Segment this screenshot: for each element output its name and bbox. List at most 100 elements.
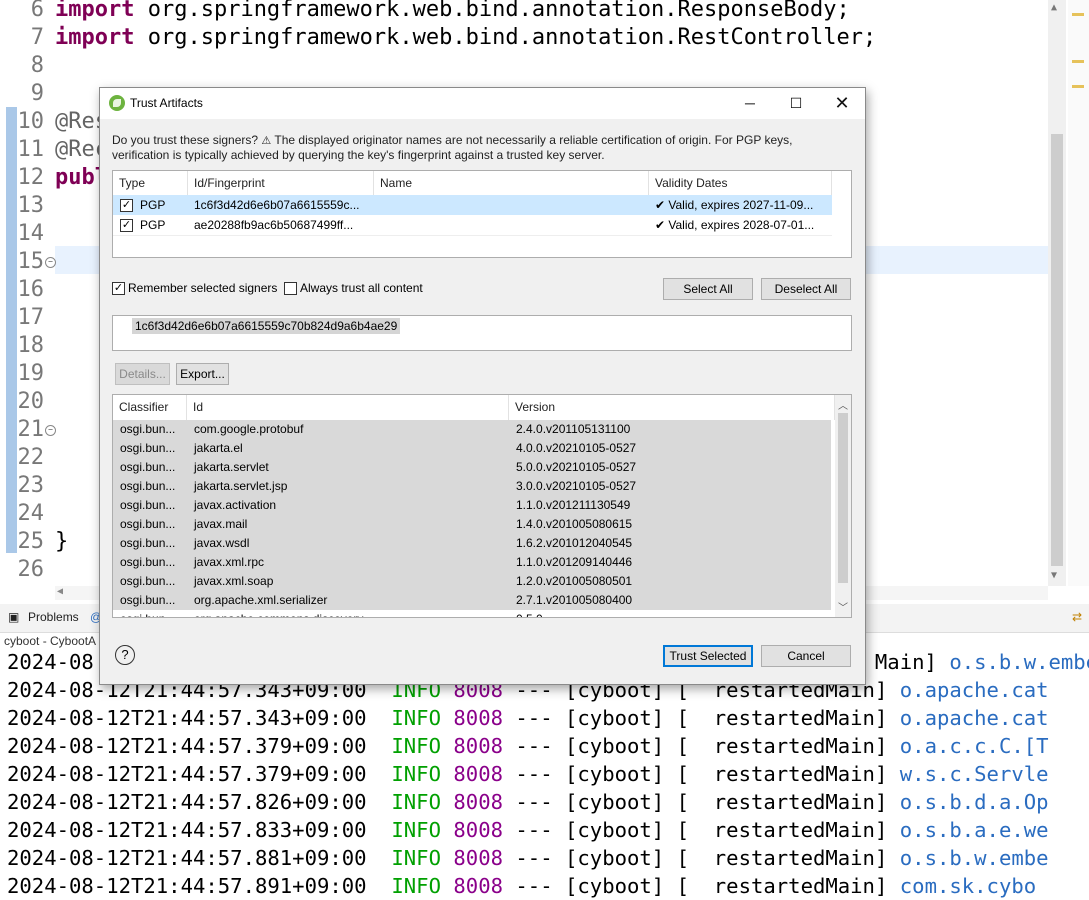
artifact-row[interactable]: osgi.bun... javax.xml.soap 1.2.0.v20100508… — [113, 572, 831, 592]
maximize-icon[interactable]: ☐ — [773, 88, 819, 119]
chevron-up-icon[interactable]: ︿ — [838, 397, 848, 412]
editor-vertical-scrollbar[interactable]: ▲ ▼ — [1048, 0, 1066, 586]
scroll-left-icon[interactable]: ◀ — [57, 586, 63, 597]
select-all-button[interactable]: Select All — [663, 278, 753, 300]
signer-validity: ✔ Valid, expires 2028-07-01... — [655, 218, 815, 232]
artifact-version: 2.4.0.v201105131100 — [516, 422, 631, 436]
details-button[interactable]: Details... — [115, 363, 170, 385]
code-text: } — [55, 528, 68, 556]
line-number: 15 — [17, 249, 45, 274]
signer-row-empty — [113, 235, 832, 256]
remember-signers-checkbox[interactable]: ✓ — [112, 282, 125, 295]
artifact-row[interactable]: osgi.bun... javax.activation 1.1.0.v201211… — [113, 496, 831, 516]
signer-fingerprint: ae20288fb9ac6b50687499ff... — [194, 218, 354, 232]
artifact-id: org.apache.commons.discovery — [191, 610, 509, 617]
code-line[interactable]: 6 import org.springframework.web.bind.ann… — [0, 0, 1089, 24]
help-icon[interactable]: ? — [115, 645, 135, 665]
fold-icon[interactable]: − — [45, 257, 56, 268]
export-button[interactable]: Export... — [176, 363, 229, 385]
tab-problems[interactable]: Problems — [28, 610, 79, 624]
log-context: --- [cyboot] [ restartedMain] — [503, 762, 900, 786]
minimize-icon[interactable]: ─ — [727, 88, 773, 119]
deselect-all-button[interactable]: Deselect All — [761, 278, 851, 300]
code-text: import org.springframework.web.bind.anno… — [55, 24, 876, 52]
log-line: 2024-08-12T21:44:57.881+09:00 INFO 8008 … — [7, 844, 1049, 872]
column-header-classifier[interactable]: Classifier — [113, 395, 187, 420]
artifact-id: jakarta.servlet.jsp — [194, 479, 288, 493]
dialog-titlebar[interactable]: Trust Artifacts ─ ☐ ✕ — [100, 88, 865, 119]
artifact-id: jakarta.servlet — [194, 460, 269, 474]
artifact-id: javax.xml.rpc — [194, 555, 265, 569]
overview-ruler[interactable] — [1068, 0, 1089, 586]
artifact-version: 1.1.0.v201209140446 — [516, 555, 633, 569]
warning-marker[interactable] — [1072, 13, 1084, 16]
log-logger: com.sk.cybo — [899, 874, 1037, 898]
scroll-up-icon[interactable]: ▲ — [1051, 2, 1057, 13]
signer-checkbox[interactable]: ✓ — [120, 219, 133, 232]
artifact-row[interactable]: osgi.bun... org.apache.xml.serializer 2.7.… — [113, 591, 831, 611]
column-header-id[interactable]: Id — [187, 395, 509, 420]
warning-marker[interactable] — [1072, 60, 1084, 63]
artifact-classifier: osgi.bun... — [120, 574, 176, 588]
signer-row[interactable]: ✓ PGP 1c6f3d42d6e6b07a6615559c... ✔ Valid, … — [113, 195, 832, 215]
fingerprint-text[interactable]: 1c6f3d42d6e6b07a6615559c70b824d9a6b4ae29 — [132, 318, 401, 334]
chevron-down-icon[interactable]: ﹀ — [838, 599, 848, 614]
artifact-classifier: osgi.bun... — [120, 422, 176, 436]
close-icon[interactable]: ✕ — [819, 88, 865, 119]
code-text: import org.springframework.web.bind.anno… — [55, 0, 850, 24]
artifacts-table[interactable]: Classifier Id Version osgi.bun... com.goo… — [112, 394, 852, 618]
line-number: 20 — [17, 389, 45, 414]
column-header-validity[interactable]: Validity Dates — [649, 171, 832, 195]
log-logger: o.apache.cat — [899, 678, 1049, 702]
artifact-classifier: osgi.bun... — [120, 536, 176, 550]
signer-checkbox[interactable]: ✓ — [120, 199, 133, 212]
log-logger: o.s.b.a.e.we — [899, 818, 1049, 842]
log-level: INFO — [391, 734, 441, 758]
log-timestamp: 2024-08-12T21:44:57.833+09:00 — [7, 818, 367, 842]
artifact-row[interactable]: osgi.bun... org.apache.commons.discovery 0… — [113, 610, 831, 617]
always-trust-checkbox[interactable] — [284, 282, 297, 295]
trust-selected-button[interactable]: Trust Selected — [663, 645, 753, 667]
code-line[interactable]: 8 — [0, 52, 1089, 80]
column-header-fingerprint[interactable]: Id/Fingerprint — [188, 171, 374, 195]
log-pid: 8008 — [453, 874, 503, 898]
log-context: --- [cyboot] [ restartedMain] — [503, 874, 900, 898]
artifact-version: 1.6.2.v201012040545 — [516, 536, 633, 550]
fold-icon[interactable]: − — [45, 425, 56, 436]
line-number: 14 — [17, 221, 45, 246]
artifact-row[interactable]: osgi.bun... jakarta.servlet 5.0.0.v2021010… — [113, 458, 831, 478]
log-level: INFO — [391, 846, 441, 870]
scroll-down-icon[interactable]: ▼ — [1051, 570, 1057, 581]
log-timestamp: 2024-08-12T21:44:57.379+09:00 — [7, 734, 367, 758]
log-logger: o.s.b.w.embe — [899, 846, 1049, 870]
log-timestamp: 2024-08-12T21:44:57.379+09:00 — [7, 762, 367, 786]
column-header-type[interactable]: Type — [113, 171, 188, 195]
artifact-row[interactable]: osgi.bun... javax.xml.rpc 1.1.0.v201209140… — [113, 553, 831, 573]
trust-question: Do you trust these signers? — [112, 133, 259, 147]
artifact-row[interactable]: osgi.bun... jakarta.servlet.jsp 3.0.0.v202… — [113, 477, 831, 497]
scrollbar-thumb[interactable] — [838, 413, 848, 583]
artifacts-scrollbar[interactable]: ︿ ﹀ — [835, 395, 851, 617]
log-line: 2024-08-12T21:44:57.891+09:00 INFO 8008 … — [7, 872, 1036, 900]
signer-row[interactable]: ✓ PGP ae20288fb9ac6b50687499ff... ✔ Valid, … — [113, 215, 832, 235]
artifact-row[interactable]: osgi.bun... javax.mail 1.4.0.v201005080615 — [113, 515, 831, 535]
artifact-row[interactable]: osgi.bun... jakarta.el 4.0.0.v20210105-052… — [113, 439, 831, 459]
artifact-id: org.apache.xml.serializer — [194, 593, 328, 607]
artifact-row[interactable]: osgi.bun... javax.wsdl 1.6.2.v201012040545 — [113, 534, 831, 554]
code-line[interactable]: 7 import org.springframework.web.bind.ann… — [0, 24, 1089, 52]
spring-app-icon — [109, 95, 125, 111]
signer-name — [377, 215, 649, 235]
cancel-button[interactable]: Cancel — [761, 645, 851, 667]
column-header-version[interactable]: Version — [509, 395, 835, 420]
log-line: 2024-08-12T21:44:57.343+09:00 INFO 8008 … — [7, 704, 1049, 732]
artifact-row[interactable]: osgi.bun... com.google.protobuf 2.4.0.v201… — [113, 420, 831, 440]
column-header-name[interactable]: Name — [374, 171, 649, 195]
signers-table[interactable]: Type Id/Fingerprint Name Validity Dates … — [112, 170, 852, 258]
log-logger: o.a.c.c.C.[T — [899, 734, 1049, 758]
warning-marker[interactable] — [1072, 85, 1084, 88]
fingerprint-field[interactable]: 1c6f3d42d6e6b07a6615559c70b824d9a6b4ae29 — [112, 315, 852, 351]
pin-icon[interactable]: ⇄ — [1072, 610, 1082, 624]
log-context: --- [cyboot] [ restartedMain] — [503, 706, 900, 730]
code-keyword: import — [55, 25, 135, 50]
scrollbar-thumb[interactable] — [1051, 134, 1063, 566]
